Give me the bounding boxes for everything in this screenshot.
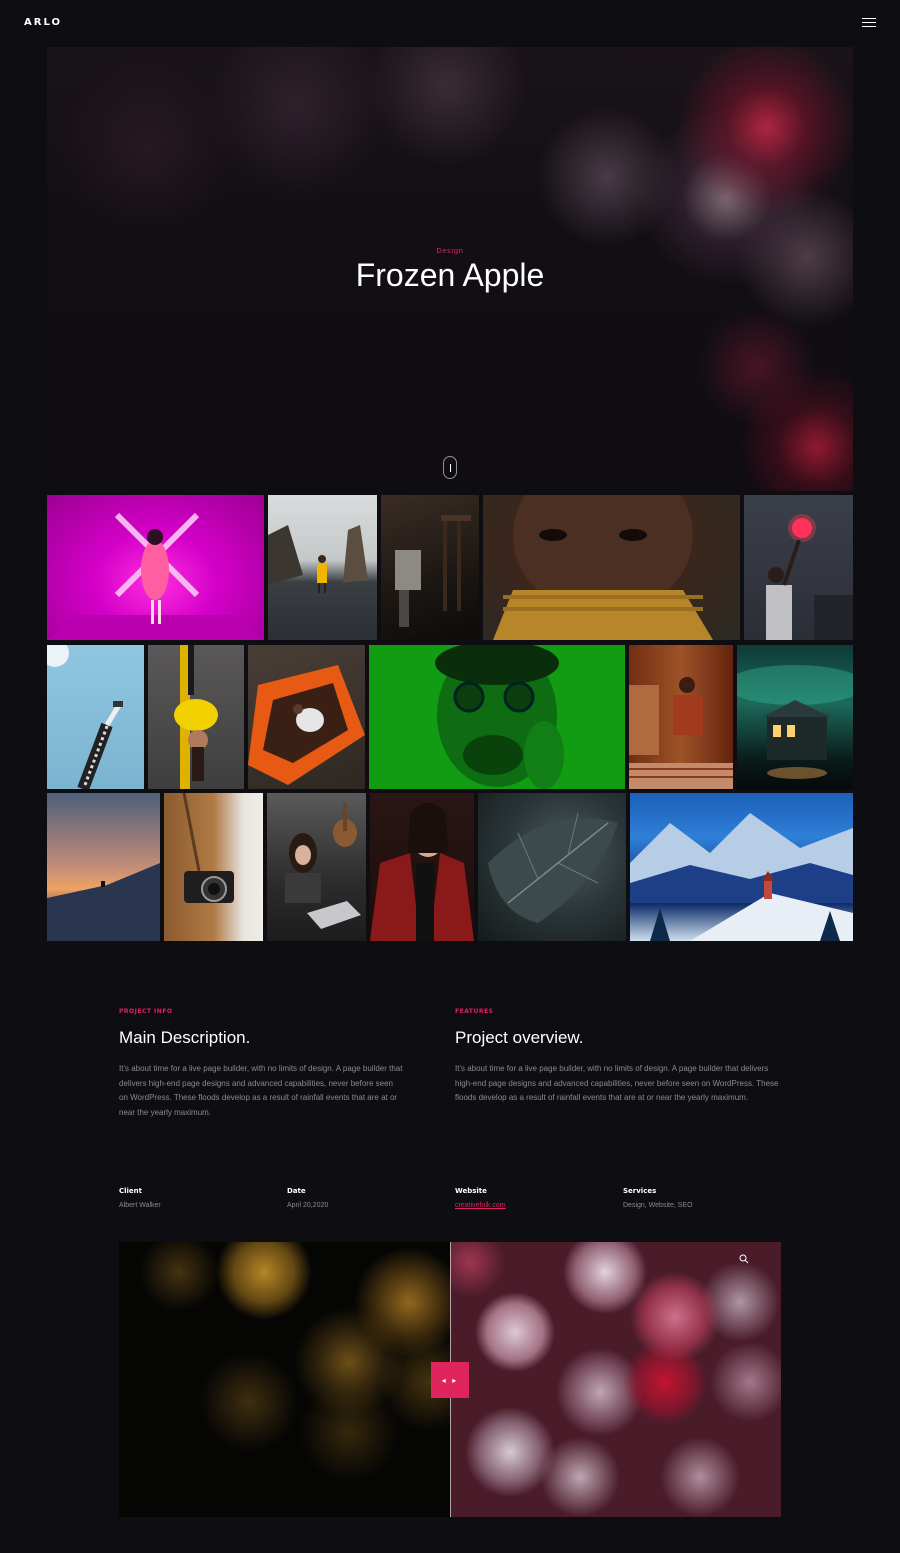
gallery-item[interactable]	[268, 495, 377, 640]
hero-title: Frozen Apple	[355, 257, 545, 293]
gallery-item[interactable]	[483, 495, 740, 640]
gallery-item[interactable]	[164, 793, 263, 941]
services-value: Design, Website, SEO	[623, 1202, 693, 1209]
gallery-item[interactable]	[370, 793, 474, 941]
gallery-item[interactable]	[248, 645, 365, 789]
gallery-item[interactable]	[47, 793, 160, 941]
before-after-slider[interactable]: ◂ ▸	[119, 1242, 781, 1517]
gallery-item[interactable]	[629, 645, 733, 789]
client-value: Albert Walker	[119, 1202, 161, 1209]
before-image	[119, 1242, 450, 1517]
services-label: Services	[623, 1187, 657, 1195]
gallery-item[interactable]	[47, 645, 144, 789]
gallery-item[interactable]	[369, 645, 625, 789]
site-header: ARLO	[0, 0, 900, 47]
gallery-item[interactable]	[267, 793, 366, 941]
features-heading: Project overview.	[455, 1028, 584, 1047]
features-label: FEATURES	[455, 1008, 494, 1015]
after-image	[450, 1242, 781, 1517]
project-info-label: PROJECT INFO	[119, 1008, 173, 1015]
gallery-item[interactable]	[47, 495, 264, 640]
features-text: It's about time for a live page builder,…	[455, 1064, 779, 1102]
site-logo[interactable]: ARLO	[24, 17, 62, 28]
project-info-heading: Main Description.	[119, 1028, 251, 1047]
gallery-item[interactable]	[630, 793, 853, 941]
gallery-item[interactable]	[478, 793, 626, 941]
website-link[interactable]: creativefolk.com	[455, 1202, 506, 1209]
scroll-mouse-icon[interactable]	[443, 456, 457, 479]
left-right-arrows-icon[interactable]: ◂ ▸	[431, 1362, 469, 1398]
gallery-item[interactable]	[737, 645, 853, 789]
project-info-text: It's about time for a live page builder,…	[119, 1064, 403, 1117]
hero-category[interactable]: Design	[47, 247, 853, 255]
gallery-item[interactable]	[148, 645, 244, 789]
hero-banner: Design Frozen Apple	[47, 47, 853, 491]
gallery-item[interactable]	[381, 495, 479, 640]
hamburger-menu-icon[interactable]	[862, 18, 876, 28]
client-label: Client	[119, 1187, 143, 1195]
website-label: Website	[455, 1187, 487, 1195]
gallery-item[interactable]	[744, 495, 853, 640]
search-icon[interactable]	[739, 1254, 749, 1264]
date-label: Date	[287, 1187, 306, 1195]
date-value: April 20,2020	[287, 1202, 329, 1209]
